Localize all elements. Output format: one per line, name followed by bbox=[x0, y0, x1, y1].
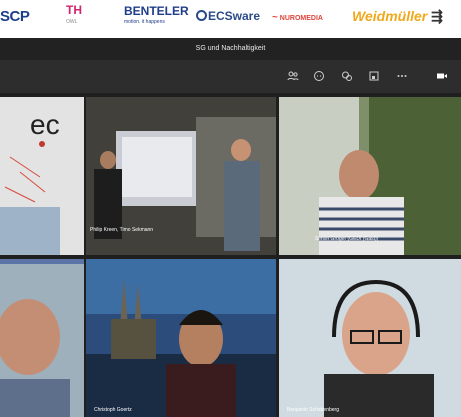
more-options-icon[interactable] bbox=[396, 70, 408, 82]
chat-icon[interactable] bbox=[313, 70, 325, 82]
meeting-title: SG und Nachhaltigkeit bbox=[195, 45, 266, 52]
video-tile[interactable] bbox=[0, 259, 84, 417]
video-tile[interactable]: Christoph Goertz bbox=[86, 259, 276, 417]
video-tile[interactable]: Simon Gröger (GEDI (Gast)) bbox=[279, 97, 461, 255]
participant-video bbox=[279, 259, 461, 417]
video-tile[interactable]: Philip Kreen, Timo Sekmann bbox=[86, 97, 276, 255]
screen-share-text: ec bbox=[30, 109, 60, 140]
ecsware-logo: ECSware bbox=[196, 9, 260, 23]
nuromedia-logo-text: NUROMEDIA bbox=[279, 15, 323, 22]
wave-icon: ~ bbox=[272, 12, 278, 23]
rooms-icon[interactable] bbox=[368, 70, 380, 82]
camera-icon[interactable] bbox=[436, 70, 448, 82]
th-owl-logo: TH OWL bbox=[66, 4, 82, 28]
reactions-icon[interactable] bbox=[341, 70, 353, 82]
ecsware-icon bbox=[196, 10, 207, 21]
video-tile[interactable]: Benjamin Schattenberg bbox=[279, 259, 461, 417]
weidmueller-logo-text: Weidmüller bbox=[352, 8, 428, 24]
scp-logo: SCP bbox=[0, 8, 30, 25]
participant-name: Simon Gröger (GEDI (Gast)) bbox=[315, 236, 379, 242]
benteler-logo: BENTELER motion. it happens bbox=[124, 4, 189, 28]
benteler-logo-text: BENTELER bbox=[124, 4, 189, 18]
meeting-title-bar: SG und Nachhaltigkeit bbox=[0, 38, 461, 60]
weidmueller-mark-icon: ⇶ bbox=[431, 8, 443, 24]
th-logo-sub: OWL bbox=[66, 19, 78, 25]
th-logo-text: TH bbox=[66, 3, 82, 17]
video-tile-screen-share[interactable]: ec bbox=[0, 97, 84, 255]
participant-video bbox=[0, 259, 84, 417]
ecsware-logo-text: ECSware bbox=[208, 9, 261, 23]
participants-icon[interactable] bbox=[287, 70, 299, 82]
benteler-logo-sub: motion. it happens bbox=[124, 19, 165, 25]
weidmueller-logo: Weidmüller ⇶ bbox=[352, 8, 443, 25]
participant-name: Benjamin Schattenberg bbox=[287, 407, 339, 413]
participant-video bbox=[86, 259, 276, 417]
participant-name: Philip Kreen, Timo Sekmann bbox=[90, 227, 154, 233]
nuromedia-logo: ~ NUROMEDIA bbox=[272, 12, 323, 23]
participant-name: Christoph Goertz bbox=[94, 407, 132, 413]
meeting-toolbar bbox=[0, 60, 461, 93]
sponsor-logo-strip: SCP TH OWL BENTELER motion. it happens E… bbox=[0, 0, 461, 38]
participant-video bbox=[279, 97, 461, 255]
